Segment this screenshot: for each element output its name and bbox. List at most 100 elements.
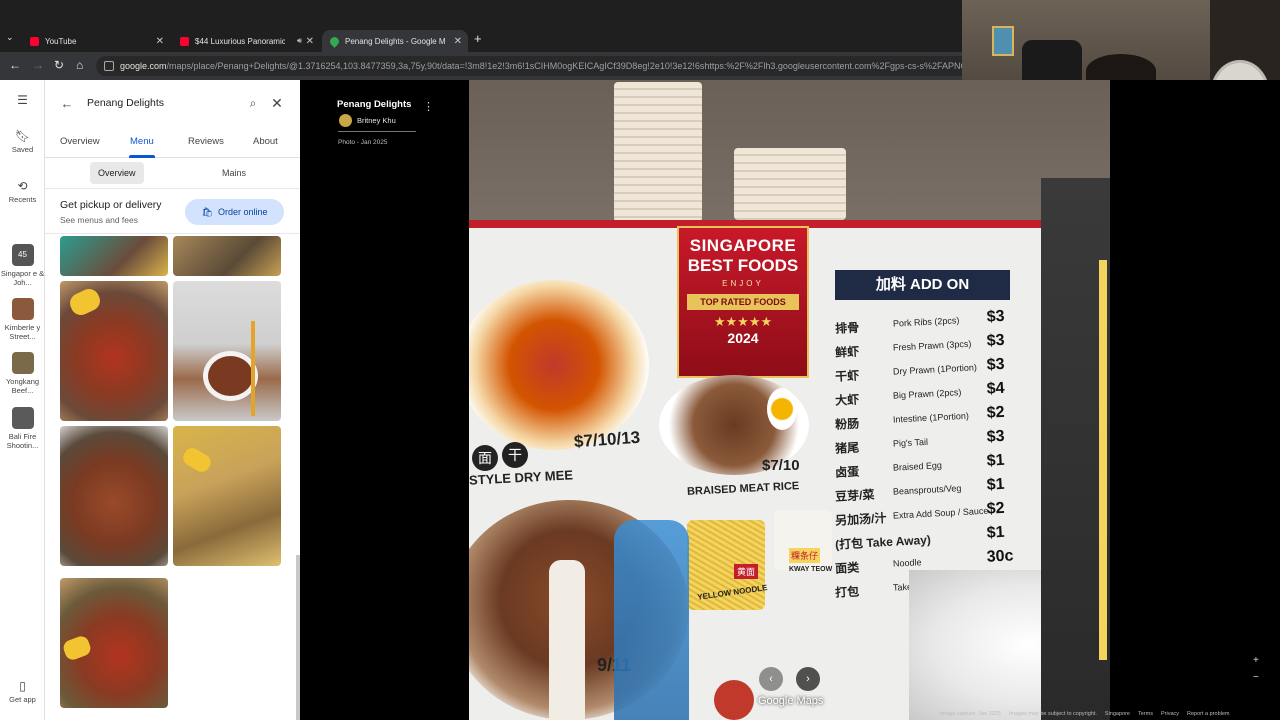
chip-mains[interactable]: Mains (214, 162, 254, 184)
browser-toolbar: ← → ↻ ⌂ google.com/maps/place/Penang+Del… (0, 52, 962, 80)
search-box[interactable]: ← Penang Delights ⌕ ✕ (55, 90, 289, 116)
addon-price: $1 (986, 475, 1005, 494)
addon-en: Extra Add Soup / Sauce (892, 505, 989, 521)
blue-plastic-bag (614, 520, 689, 720)
chip-overview[interactable]: Overview (90, 162, 144, 184)
close-tab-icon[interactable]: ✕ (454, 36, 462, 47)
zoom-in-icon[interactable]: + (1253, 655, 1259, 666)
addon-zh: 干虾 (834, 368, 860, 384)
main-photo[interactable]: 面 干 $7/10/13 STYLE DRY MEE 9/11 SINGAPOR… (469, 80, 1110, 720)
kway-teow-zh: 粿条仔 (789, 548, 821, 563)
tab-reviews[interactable]: Reviews (188, 136, 224, 147)
get-app-label: Get app (9, 695, 36, 704)
avatar (339, 114, 352, 127)
report-problem-link[interactable]: Report a problem (1187, 711, 1230, 720)
addon-price: $4 (986, 379, 1005, 398)
shopping-bag-icon: 🛍︎ (201, 206, 213, 217)
wall-poster (992, 26, 1014, 56)
contributor-name: Britney Khu (357, 116, 396, 125)
menu-photo[interactable] (173, 236, 281, 276)
youtube-favicon-icon (30, 36, 39, 46)
site-info-icon[interactable] (104, 61, 114, 71)
pickup-delivery-card: Get pickup or delivery See menus and fee… (45, 188, 300, 234)
region-link[interactable]: Singapore (1105, 711, 1130, 720)
chopstick (251, 321, 255, 416)
tab-hotel[interactable]: $44 Luxurious Panoramic Tr 🔊︎ ✕ (172, 30, 320, 52)
pickup-title: Get pickup or delivery (60, 199, 162, 211)
back-arrow-icon[interactable]: ← (9, 58, 21, 72)
back-arrow-icon[interactable]: ← (55, 96, 79, 111)
menu-photo[interactable] (173, 426, 281, 566)
terms-link[interactable]: Terms (1138, 711, 1153, 720)
search-icon[interactable]: ⌕ (241, 96, 265, 111)
tab-about[interactable]: About (253, 136, 278, 147)
bookmark-icon: 🔖︎ (14, 129, 31, 143)
place-tabs: Overview Menu Reviews About (45, 130, 300, 158)
recent-place-bali[interactable]: Bali Fire Shootin... (0, 407, 45, 450)
addon-price: $2 (986, 403, 1005, 422)
addon-zh: 豆芽/菜 (834, 487, 875, 504)
recent-place-yongkang[interactable]: Yongkang Beef... (0, 352, 45, 395)
yellow-spoon (180, 445, 214, 475)
get-app-button[interactable]: ▯ Get app (0, 680, 45, 704)
tab-menu[interactable]: Menu (130, 136, 154, 147)
menu-photo[interactable] (60, 578, 168, 708)
tab-youtube[interactable]: YouTube ✕ (22, 30, 170, 52)
recent-thumbnail (11, 407, 34, 429)
rating-stars: ★★★★★ (713, 314, 773, 329)
reload-icon[interactable]: ↻ (54, 58, 64, 72)
menu-photo[interactable] (173, 281, 281, 421)
new-tab-plus-icon[interactable]: + (474, 31, 482, 46)
order-online-button[interactable]: 🛍︎ Order online (185, 199, 284, 225)
saved-button[interactable]: 🔖︎ Saved (0, 129, 45, 154)
photo-date: Photo - Jan 2025 (338, 139, 388, 146)
image-capture-date: Image capture: Jan 2025 (940, 711, 1001, 717)
chevron-right-icon: › (806, 673, 810, 685)
pickup-subtitle: See menus and fees (60, 215, 138, 225)
privacy-link[interactable]: Privacy (1161, 711, 1179, 720)
more-options-icon[interactable]: ⋮ (423, 100, 434, 113)
forward-arrow-icon[interactable]: → (32, 58, 44, 72)
viewer-place-title[interactable]: Penang Delights (337, 99, 411, 110)
enjoy-text: ENJOY (722, 279, 764, 288)
addon-price: $2 (986, 499, 1005, 518)
audio-playing-icon[interactable]: 🔊︎ (297, 36, 302, 46)
url-host: google.com (120, 61, 167, 71)
recents-button[interactable]: ⟲ Recents (0, 179, 45, 204)
menu-photo-grid (45, 236, 300, 720)
tab-overview[interactable]: Overview (60, 136, 100, 147)
close-icon[interactable]: ✕ (265, 95, 289, 112)
history-icon: ⟲ (17, 179, 28, 193)
addon-en: Big Prawn (2pcs) (892, 387, 962, 401)
sign-char-badge: 面 (472, 445, 498, 471)
contributor[interactable]: Britney Khu (339, 114, 396, 127)
recent-label: Yongkang Beef... (5, 377, 40, 395)
recent-label: Singapor e & Joh... (0, 269, 45, 287)
menu-photo[interactable] (60, 426, 168, 566)
tab-list-chevron-icon[interactable]: ⌄ (6, 32, 14, 43)
home-icon[interactable]: ⌂ (76, 58, 83, 72)
menu-photo[interactable] (60, 281, 168, 421)
addon-en: Intestine (1Portion) (892, 410, 970, 425)
addon-price: $3 (986, 427, 1005, 446)
recent-thumbnail (11, 352, 34, 374)
active-tab-indicator (129, 155, 155, 158)
next-photo-button[interactable]: › (796, 667, 820, 691)
sauce-bottle (549, 560, 585, 720)
addon-en: Braised Egg (892, 460, 943, 473)
recent-place-singapore[interactable]: 45 Singapor e & Joh... (0, 244, 45, 287)
viewer-footer: Image capture: Jan 2025 Images may be su… (940, 711, 1280, 720)
menu-photo[interactable] (60, 236, 168, 276)
zoom-out-icon[interactable]: − (1253, 672, 1259, 683)
address-bar[interactable]: google.com/maps/place/Penang+Delights/@1… (96, 56, 962, 76)
sign-char-badge: 干 (502, 442, 528, 468)
close-tab-icon[interactable]: ✕ (156, 36, 164, 47)
previous-photo-button[interactable]: ‹ (759, 667, 783, 691)
addon-price: $3 (986, 307, 1005, 326)
close-tab-icon[interactable]: ✕ (306, 36, 314, 47)
search-input[interactable]: Penang Delights (79, 97, 241, 109)
tab-google-maps[interactable]: Penang Delights - Google Maps ✕ (322, 30, 468, 52)
recent-place-kimberley[interactable]: Kimberle y Street... (0, 298, 45, 341)
menu-button[interactable]: ☰ (0, 94, 45, 109)
maps-left-rail: ☰ 🔖︎ Saved ⟲ Recents 45 Singapor e & Joh… (0, 80, 45, 720)
